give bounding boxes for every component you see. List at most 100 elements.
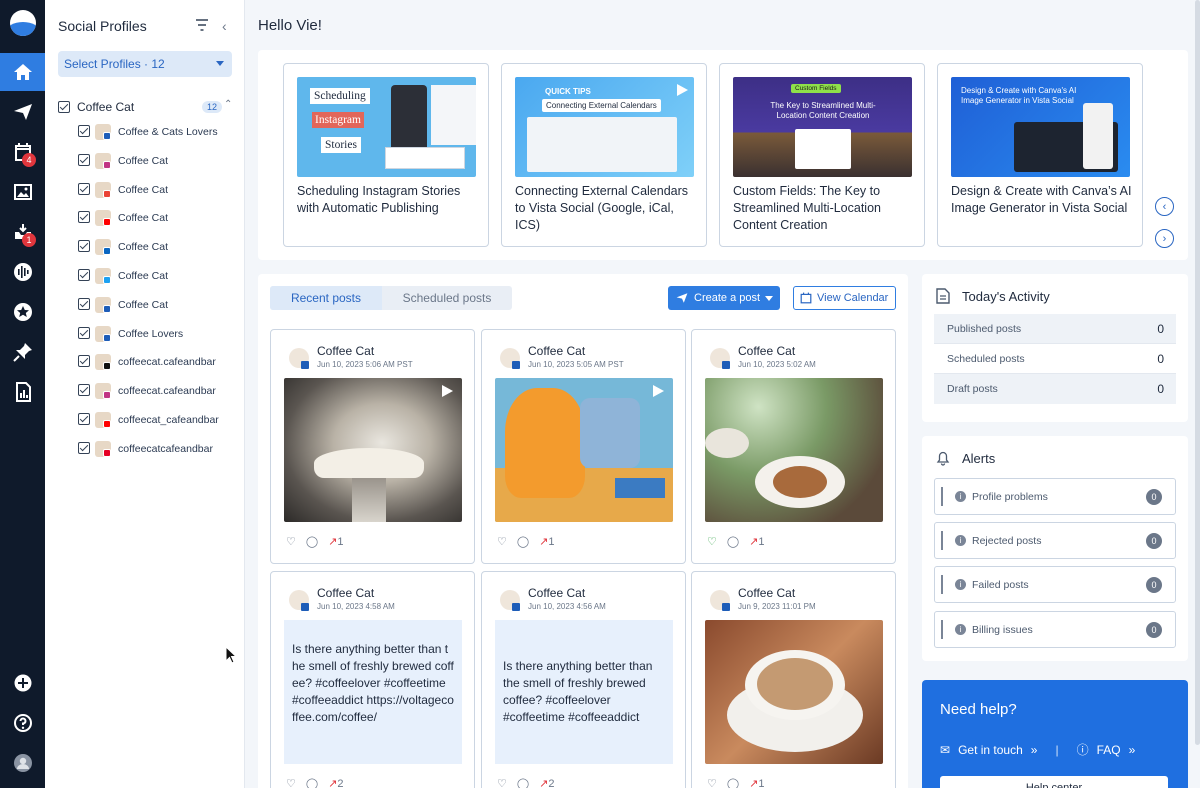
view-calendar-button[interactable]: View Calendar (793, 286, 896, 310)
group-checkbox[interactable] (58, 101, 70, 113)
profile-item[interactable]: Coffee Cat (78, 296, 238, 313)
profile-checkbox[interactable] (78, 125, 90, 137)
profile-item[interactable]: Coffee & Cats Lovers (78, 124, 238, 140)
comment-icon[interactable]: ◯ (517, 777, 529, 788)
question-icon: ⓘ (1076, 743, 1089, 757)
heart-icon[interactable]: ♡ (286, 777, 296, 788)
post-card[interactable]: Coffee Cat Jun 10, 2023 5:02 AM ♡ ◯ ↗1 (691, 329, 896, 564)
profile-item[interactable]: Coffee Cat (78, 152, 238, 169)
profile-item[interactable]: coffeecat.cafeandbar (78, 354, 238, 371)
comment-icon[interactable]: ◯ (517, 535, 529, 548)
pin-nav-icon[interactable] (0, 333, 45, 371)
profile-item[interactable]: coffeecat_cafeandbar (78, 412, 238, 428)
tip-card[interactable]: Design & Create with Canva's AI Image Ge… (937, 63, 1143, 247)
comment-icon[interactable]: ◯ (306, 535, 318, 548)
calendar-nav-icon[interactable]: 4 (0, 133, 45, 171)
tip-card[interactable]: QUICK TIPS Connecting External Calendars… (501, 63, 707, 247)
help-center-button[interactable]: Help center (940, 776, 1168, 788)
profile-checkbox[interactable] (78, 269, 90, 281)
share-icon[interactable]: ↗1 (749, 777, 764, 788)
comment-icon[interactable]: ◯ (727, 535, 739, 548)
share-icon[interactable]: ↗1 (539, 535, 554, 548)
share-icon[interactable]: ↗1 (749, 535, 764, 548)
create-post-button[interactable]: Create a post (668, 286, 780, 310)
tip-thumbnail: QUICK TIPS Connecting External Calendars (515, 77, 694, 177)
carousel-prev-icon[interactable]: ‹ (1155, 197, 1174, 216)
comment-icon[interactable]: ◯ (306, 777, 318, 788)
facebook-icon (722, 361, 730, 369)
profile-checkbox[interactable] (78, 240, 90, 253)
profile-group[interactable]: Coffee Cat 12 ⌃ (58, 99, 236, 116)
thumb-text: Location Content Creation (776, 111, 870, 120)
profile-checkbox[interactable] (78, 355, 90, 368)
profile-item[interactable]: Coffee Cat (78, 181, 238, 198)
activity-row[interactable]: Published posts 0 (934, 314, 1176, 344)
profile-checkbox[interactable] (78, 297, 90, 310)
app-illustration (795, 129, 851, 169)
share-icon[interactable]: ↗2 (328, 777, 343, 788)
post-card[interactable]: Coffee Cat Jun 9, 2023 11:01 PM ♡ ◯ ↗1 (691, 571, 896, 788)
alert-row[interactable]: i Rejected posts 0 (934, 522, 1176, 559)
profile-checkbox[interactable] (78, 441, 90, 454)
media-nav-icon[interactable] (0, 173, 45, 211)
home-nav-icon[interactable] (0, 53, 45, 91)
carousel-next-icon[interactable]: › (1155, 229, 1174, 248)
profile-item[interactable]: Coffee Cat (78, 210, 238, 227)
tip-card[interactable]: Scheduling Instagram Stories Scheduling … (283, 63, 489, 247)
inbox-nav-icon[interactable]: 1 (0, 213, 45, 251)
profile-item[interactable]: Coffee Lovers (78, 325, 238, 342)
comment-icon[interactable]: ◯ (727, 777, 739, 788)
heart-icon[interactable]: ♡ (497, 777, 507, 788)
alert-row[interactable]: i Failed posts 0 (934, 566, 1176, 603)
thumb-text: The Key to Streamlined Multi- (770, 101, 876, 110)
tab-recent-posts[interactable]: Recent posts (270, 286, 382, 310)
activity-row[interactable]: Draft posts 0 (934, 374, 1176, 404)
reviews-nav-icon[interactable] (0, 293, 45, 331)
select-profiles-dropdown[interactable]: Select Profiles · 12 (58, 51, 232, 77)
profile-item[interactable]: coffeecatcafeandbar (78, 440, 238, 457)
get-in-touch-link[interactable]: Get in touch (958, 743, 1023, 757)
profile-item[interactable]: Coffee Cat (78, 268, 238, 284)
thumb-text: Design & Create with Canva's AI (961, 86, 1077, 95)
alert-row[interactable]: i Billing issues 0 (934, 611, 1176, 648)
heart-icon[interactable]: ♡ (497, 535, 507, 548)
help-icon[interactable] (0, 704, 45, 742)
collapse-panel-icon[interactable]: ‹ (222, 18, 227, 34)
post-card[interactable]: Coffee Cat Jun 10, 2023 4:56 AM Is there… (481, 571, 686, 788)
post-card[interactable]: Coffee Cat Jun 10, 2023 5:06 AM PST ♡ ◯ … (270, 329, 475, 564)
heart-icon[interactable]: ♡ (707, 535, 717, 548)
profile-item[interactable]: Coffee Cat (78, 239, 238, 256)
info-icon: i (955, 535, 966, 546)
profile-checkbox[interactable] (78, 413, 90, 425)
scrollbar[interactable] (1195, 0, 1200, 745)
profile-item[interactable]: coffeecat.cafeandbar (78, 383, 238, 400)
user-avatar[interactable] (0, 744, 45, 782)
heart-icon[interactable]: ♡ (707, 777, 717, 788)
facebook-icon (512, 361, 520, 369)
profile-checkbox[interactable] (78, 211, 90, 224)
tab-scheduled-posts[interactable]: Scheduled posts (382, 286, 512, 310)
alert-row[interactable]: i Profile problems 0 (934, 478, 1176, 515)
profile-checkbox[interactable] (78, 153, 90, 166)
chevron-up-icon[interactable]: ⌃ (224, 99, 232, 110)
reports-nav-icon[interactable] (0, 373, 45, 411)
post-actions: ♡ ◯ ↗1 (707, 535, 765, 548)
share-icon[interactable]: ↗2 (539, 777, 554, 788)
profile-checkbox[interactable] (78, 326, 90, 339)
share-icon[interactable]: ↗1 (328, 535, 343, 548)
app-logo-icon[interactable] (10, 10, 36, 36)
cursor-icon (225, 646, 237, 664)
profile-checkbox[interactable] (78, 182, 90, 195)
activity-row[interactable]: Scheduled posts 0 (934, 344, 1176, 374)
faq-link[interactable]: FAQ (1097, 743, 1121, 757)
profile-checkbox[interactable] (78, 384, 90, 397)
publish-nav-icon[interactable] (0, 93, 45, 131)
heart-icon[interactable]: ♡ (286, 535, 296, 548)
post-actions: ♡ ◯ ↗1 (497, 535, 555, 548)
listening-nav-icon[interactable] (0, 253, 45, 291)
tip-card[interactable]: Custom Fields The Key to Streamlined Mul… (719, 63, 925, 247)
post-card[interactable]: Coffee Cat Jun 10, 2023 5:05 AM PST ♡ ◯ … (481, 329, 686, 564)
add-icon[interactable] (0, 664, 45, 702)
filter-icon[interactable] (195, 19, 209, 31)
post-card[interactable]: Coffee Cat Jun 10, 2023 4:58 AM Is there… (270, 571, 475, 788)
